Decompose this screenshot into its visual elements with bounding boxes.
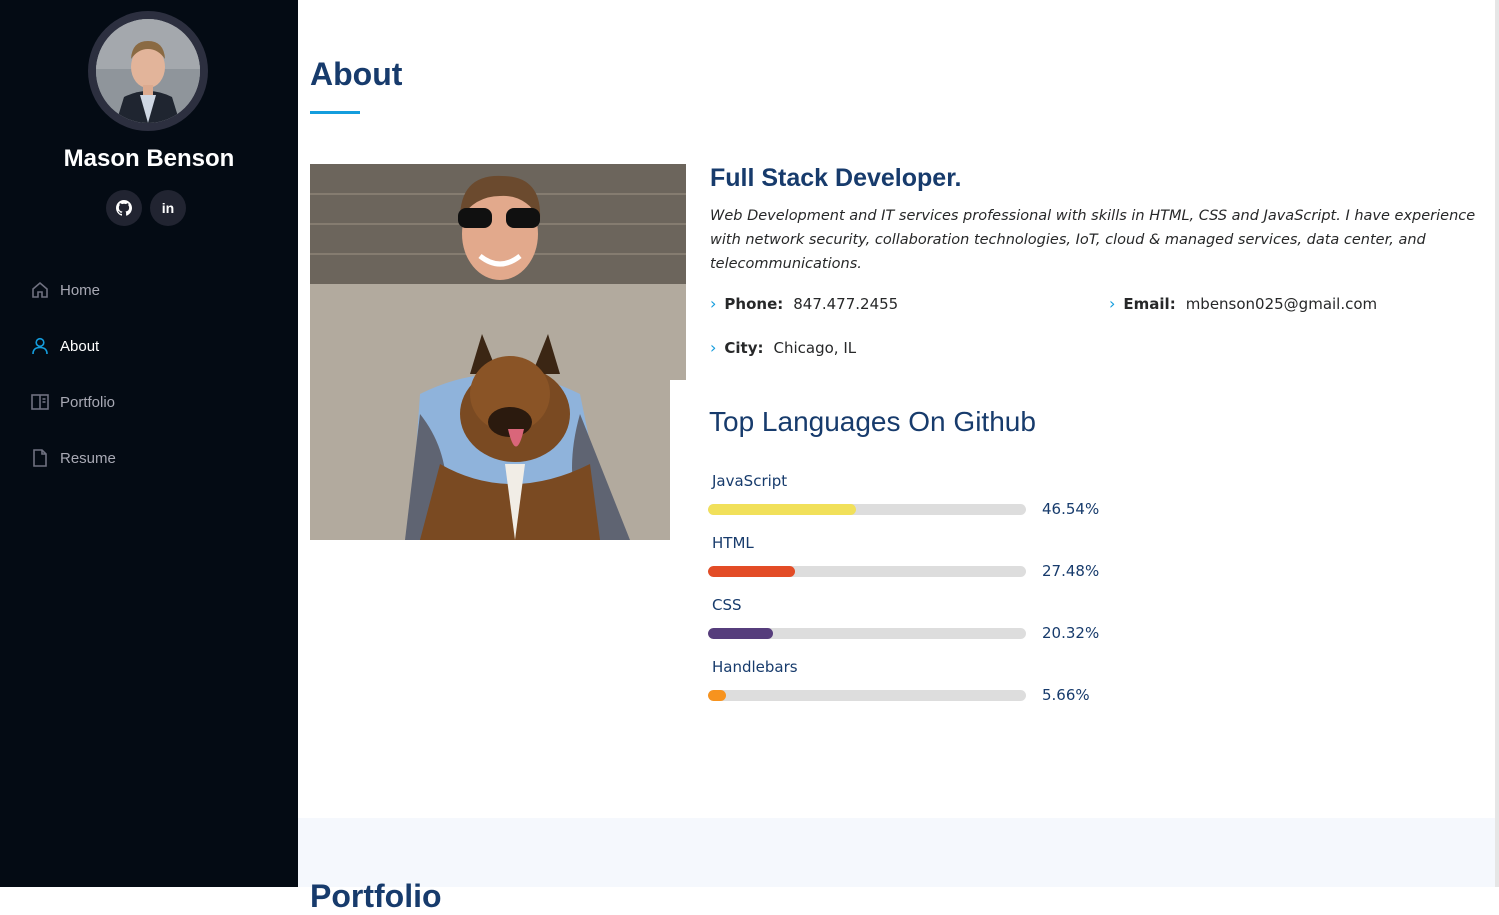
- phone-value: 847.477.2455: [793, 294, 899, 313]
- email-label: Email:: [1123, 294, 1176, 313]
- languages-title: Top Languages On Github: [709, 406, 1036, 437]
- title-underline: [310, 111, 360, 114]
- language-percent: 5.66%: [1042, 686, 1090, 704]
- github-icon: [116, 200, 132, 216]
- language-item: CSS 20.32%: [708, 596, 1108, 642]
- language-name: Handlebars: [712, 658, 798, 676]
- section-title-about: About: [310, 56, 403, 92]
- portfolio-section: [298, 818, 1499, 887]
- nav-menu: Home About Portfolio Resume: [0, 262, 298, 486]
- linkedin-link[interactable]: in: [150, 190, 186, 226]
- nav-item-portfolio[interactable]: Portfolio: [0, 374, 298, 430]
- email-value: mbenson025@gmail.com: [1185, 294, 1378, 313]
- nav-label-resume: Resume: [60, 449, 116, 467]
- city-label: City:: [724, 338, 764, 357]
- avatar: [96, 19, 200, 123]
- nav-label-about: About: [60, 337, 100, 355]
- nav-item-resume[interactable]: Resume: [0, 430, 298, 486]
- language-bar-track: [708, 627, 1026, 639]
- language-name: HTML: [712, 534, 754, 552]
- nav-label-portfolio: Portfolio: [60, 393, 116, 411]
- linkedin-icon: in: [161, 200, 175, 216]
- info-email: › Email: mbenson025@gmail.com: [1109, 294, 1377, 313]
- chevron-right-icon: ›: [710, 294, 717, 313]
- language-bar-track: [708, 689, 1026, 701]
- file-icon: [30, 448, 50, 468]
- main-content: About Full Stack Developer. Web Developm…: [298, 0, 1499, 914]
- profile-photo: [310, 164, 686, 540]
- section-title-portfolio: Portfolio: [310, 878, 442, 914]
- language-percent: 20.32%: [1042, 624, 1100, 642]
- nav-item-home[interactable]: Home: [0, 262, 298, 318]
- language-bar-track: [708, 565, 1026, 577]
- avatar-photo: [96, 19, 200, 123]
- language-bar-fill: [708, 627, 773, 639]
- info-phone: › Phone: 847.477.2455: [710, 294, 898, 313]
- sidebar: Mason Benson in Home About Portfolio Res…: [0, 0, 298, 887]
- language-bar-track: [708, 503, 1026, 515]
- language-item: JavaScript 46.54%: [708, 472, 1108, 518]
- language-bar-fill: [708, 689, 726, 701]
- profile-name: Mason Benson: [63, 145, 235, 172]
- city-value: Chicago, IL: [773, 338, 857, 357]
- avatar-ring: [88, 11, 208, 131]
- chevron-right-icon: ›: [1109, 294, 1116, 313]
- info-city: › City: Chicago, IL: [710, 338, 856, 357]
- scrollbar[interactable]: [1495, 0, 1499, 887]
- about-description: Web Development and IT services professi…: [710, 208, 1476, 272]
- portfolio-icon: [30, 392, 50, 412]
- language-name: CSS: [712, 596, 742, 614]
- language-bar-fill: [708, 565, 796, 577]
- language-item: Handlebars 5.66%: [708, 658, 1108, 704]
- language-name: JavaScript: [712, 472, 788, 490]
- nav-item-about[interactable]: About: [0, 318, 298, 374]
- language-percent: 27.48%: [1042, 562, 1100, 580]
- language-percent: 46.54%: [1042, 500, 1100, 518]
- github-link[interactable]: [106, 190, 142, 226]
- nav-label-home: Home: [60, 281, 101, 299]
- phone-label: Phone:: [724, 294, 784, 313]
- language-bar-fill: [708, 503, 856, 515]
- home-icon: [30, 280, 50, 300]
- chevron-right-icon: ›: [710, 338, 717, 357]
- language-item: HTML 27.48%: [708, 534, 1108, 580]
- role-title: Full Stack Developer.: [710, 164, 962, 192]
- user-icon: [30, 336, 50, 356]
